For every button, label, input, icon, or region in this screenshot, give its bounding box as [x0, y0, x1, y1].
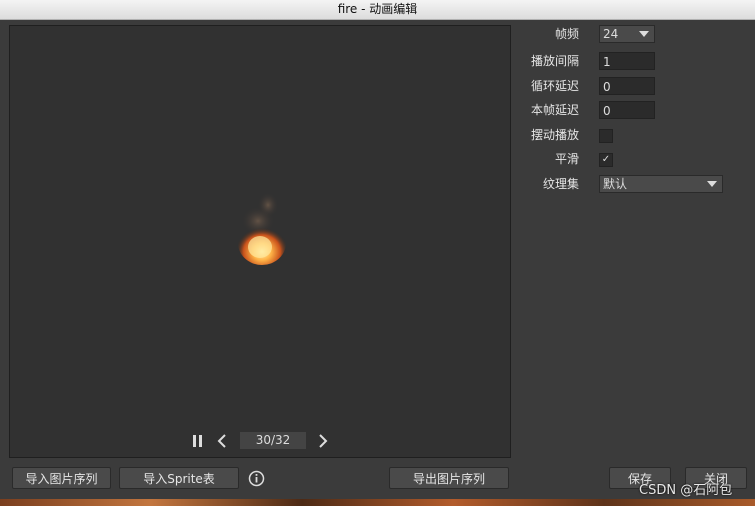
chevron-down-icon [707, 181, 717, 187]
watermark: CSDN @石阿包 [639, 483, 733, 498]
frame-counter: 30/32 [240, 432, 306, 449]
playback-controls: 30/32 [10, 430, 510, 452]
fire-sprite [238, 193, 286, 265]
interval-input[interactable]: 1 [599, 52, 655, 70]
interval-label: 播放间隔 [530, 54, 579, 68]
loop-delay-input[interactable]: 0 [599, 77, 655, 95]
next-frame-icon[interactable] [313, 432, 331, 450]
frame-delay-input[interactable]: 0 [599, 101, 655, 119]
background-strip [0, 499, 755, 506]
fps-row: 帧频 24 [515, 23, 755, 45]
animation-editor-window: fire - 动画编辑 30/32 帧频 24 播放间隔 1 循环延迟 0 本帧… [0, 0, 755, 506]
chevron-down-icon [639, 31, 649, 37]
previous-frame-icon[interactable] [214, 432, 232, 450]
pingpong-checkbox[interactable] [599, 129, 613, 143]
frame-delay-row: 本帧延迟 0 [515, 99, 755, 121]
frame-delay-label: 本帧延迟 [530, 103, 579, 117]
import-sequence-button[interactable]: 导入图片序列 [12, 467, 111, 489]
loop-delay-row: 循环延迟 0 [515, 75, 755, 97]
atlas-row: 纹理集 默认 [515, 173, 755, 195]
pingpong-label: 摆动播放 [530, 128, 579, 142]
fps-value: 24 [603, 27, 619, 41]
animation-preview: 30/32 [9, 25, 511, 458]
pause-icon[interactable] [189, 432, 207, 450]
atlas-select[interactable]: 默认 [599, 175, 723, 193]
atlas-value: 默认 [603, 177, 628, 191]
window-title: fire - 动画编辑 [0, 0, 755, 20]
loop-delay-label: 循环延迟 [530, 79, 579, 93]
fps-select[interactable]: 24 [599, 25, 655, 43]
atlas-label: 纹理集 [542, 177, 579, 191]
pingpong-row: 摆动播放 [515, 124, 755, 146]
export-sequence-button[interactable]: 导出图片序列 [389, 467, 509, 489]
fps-label: 帧频 [554, 27, 579, 41]
import-sprite-button[interactable]: 导入Sprite表 [119, 467, 239, 489]
smooth-label: 平滑 [554, 152, 579, 166]
interval-row: 播放间隔 1 [515, 50, 755, 72]
smooth-checkbox[interactable]: ✓ [599, 153, 613, 167]
info-icon[interactable] [248, 470, 265, 487]
smooth-row: 平滑 ✓ [515, 148, 755, 170]
